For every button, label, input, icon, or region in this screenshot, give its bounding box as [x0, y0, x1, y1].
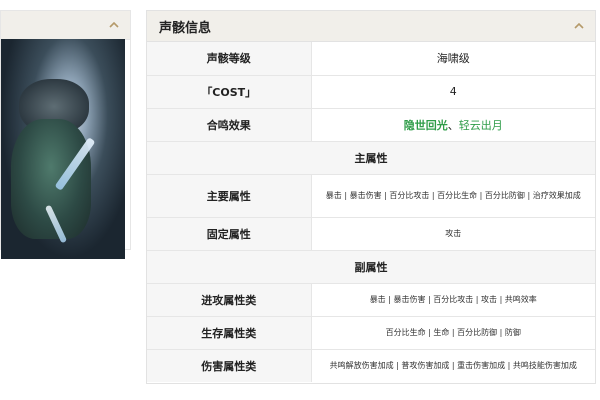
- row-label: 固定属性: [147, 217, 312, 251]
- section-title: 主属性: [147, 141, 595, 175]
- table-row: 进攻属性类 暴击 | 暴击伤害 | 百分比攻击 | 攻击 | 共鸣效率: [147, 283, 595, 317]
- row-label: 伤害属性类: [147, 349, 312, 382]
- chevron-up-icon[interactable]: [573, 20, 585, 32]
- echo-image: [1, 39, 125, 259]
- row-label: 声骸等级: [147, 42, 312, 76]
- panel-title: 声骸信息: [159, 21, 212, 36]
- separator: 、: [447, 118, 459, 132]
- row-label: 生存属性类: [147, 316, 312, 350]
- panel-header: 声骸信息: [147, 11, 595, 42]
- table-row: 伤害属性类 共鸣解放伤害加成 | 普攻伤害加成 | 重击伤害加成 | 共鸣技能伤…: [147, 349, 595, 382]
- sonata-effect-link[interactable]: 隐世回光: [404, 119, 448, 132]
- row-label: 「COST」: [147, 75, 312, 109]
- table-row: 合鸣效果 隐世回光、轻云出月: [147, 108, 595, 142]
- table-row: 主要属性 暴击 | 暴击伤害 | 百分比攻击 | 百分比生命 | 百分比防御 |…: [147, 174, 595, 218]
- echo-info-panel: 声骸信息 声骸等级 海啸级 「COST」 4 合鸣效果 隐世回光、轻云出月 主属…: [146, 10, 596, 384]
- table-row: 固定属性 攻击: [147, 217, 595, 251]
- section-row: 副属性: [147, 250, 595, 284]
- image-card-header: [1, 11, 130, 40]
- section-title: 副属性: [147, 250, 595, 284]
- sonata-effect-link[interactable]: 轻云出月: [459, 119, 503, 132]
- row-label: 主要属性: [147, 174, 312, 218]
- echo-info-table: 声骸等级 海啸级 「COST」 4 合鸣效果 隐世回光、轻云出月 主属性 主要属…: [147, 42, 595, 382]
- chevron-up-icon[interactable]: [108, 19, 120, 31]
- row-value: 4: [311, 75, 595, 109]
- row-value: 隐世回光、轻云出月: [311, 108, 595, 142]
- row-value: 攻击: [311, 217, 595, 251]
- echo-image-card: [0, 10, 131, 259]
- row-value: 暴击 | 暴击伤害 | 百分比攻击 | 百分比生命 | 百分比防御 | 治疗效果…: [311, 174, 595, 218]
- row-value: 共鸣解放伤害加成 | 普攻伤害加成 | 重击伤害加成 | 共鸣技能伤害加成: [329, 360, 577, 370]
- table-row: 「COST」 4: [147, 75, 595, 109]
- row-label: 合鸣效果: [147, 108, 312, 142]
- section-row: 主属性: [147, 141, 595, 175]
- table-row: 生存属性类 百分比生命 | 生命 | 百分比防御 | 防御: [147, 316, 595, 350]
- row-value: 海啸级: [311, 42, 595, 76]
- row-value: 暴击 | 暴击伤害 | 百分比攻击 | 攻击 | 共鸣效率: [311, 283, 595, 317]
- row-label: 进攻属性类: [147, 283, 312, 317]
- row-value: 百分比生命 | 生命 | 百分比防御 | 防御: [311, 316, 595, 350]
- table-row: 声骸等级 海啸级: [147, 42, 595, 76]
